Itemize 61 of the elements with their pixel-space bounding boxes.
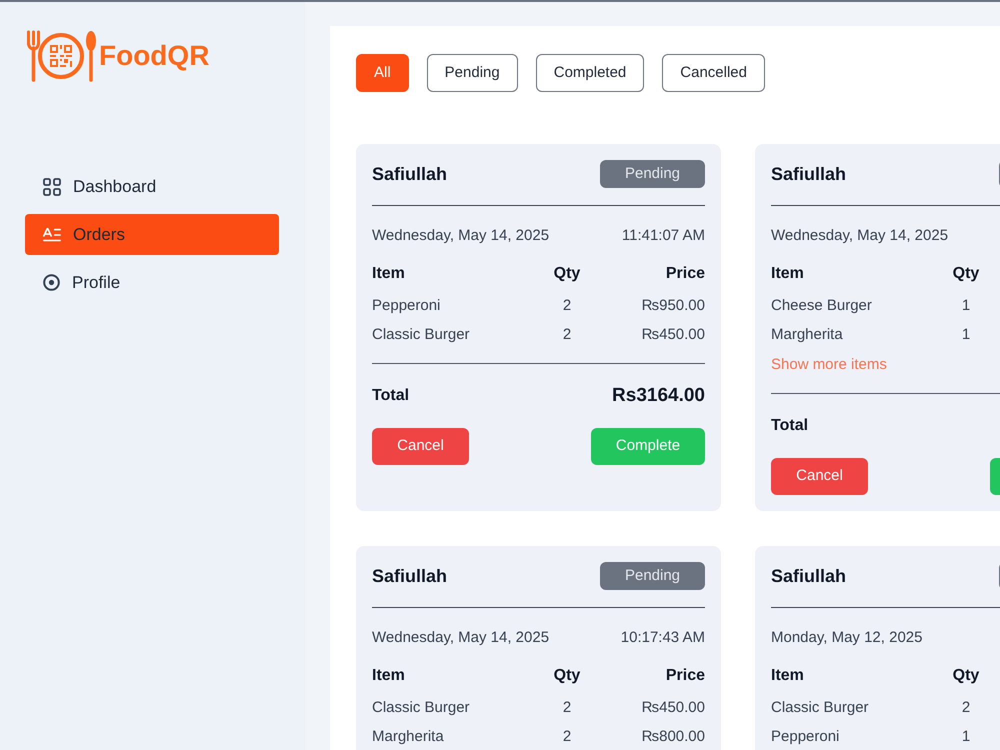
column-header: Price (664, 666, 705, 686)
item-name: Pepperoni (771, 727, 840, 747)
item-quantity: 2 (562, 296, 572, 316)
item-quantity: 2 (960, 698, 972, 718)
total-label: Total (771, 416, 808, 436)
item-quantity: 1 (960, 325, 972, 345)
item-quantity: 2 (562, 698, 572, 718)
item-name: Classic Burger (771, 698, 870, 718)
item-quantity: 1 (960, 296, 972, 316)
cancel-button[interactable]: Cancel (372, 428, 469, 465)
cancel-button[interactable]: Cancel (771, 458, 868, 495)
customer-name: Safiullah (771, 565, 846, 588)
total-label: Total (372, 386, 410, 406)
order-time: 10:17:43 AM (620, 628, 705, 648)
order-date: Wednesday, May 14, 2025 (372, 226, 550, 246)
column-header: Price (664, 264, 705, 284)
plate-fork-spoon-icon (27, 30, 97, 82)
item-name: Cheese Burger (771, 296, 873, 316)
item-name: Classic Burger (372, 325, 471, 345)
column-header: Item (372, 666, 406, 686)
order-date: Wednesday, May 14, 2025 (771, 226, 948, 246)
item-quantity: 2 (562, 325, 572, 345)
column-header: Qty (552, 666, 582, 686)
circle-dot-icon (43, 274, 60, 291)
item-quantity: 1 (960, 727, 972, 747)
item-quantity: 2 (562, 727, 572, 747)
item-price: ₨450.00 (640, 698, 705, 718)
customer-name: Safiullah (372, 163, 448, 186)
filter-tab[interactable]: Completed (536, 54, 644, 92)
filter-tab[interactable]: Pending (426, 54, 518, 92)
column-header: Qty (552, 264, 582, 284)
filter-tab[interactable]: Cancelled (662, 54, 765, 92)
item-price: ₨450.00 (640, 325, 705, 345)
nav-item[interactable]: Profile (25, 262, 279, 303)
total-amount: Rs3164.00 (612, 384, 705, 408)
order-date: Wednesday, May 14, 2025 (372, 628, 550, 648)
item-price: ₨950.00 (640, 296, 705, 316)
order-time: 11:41:07 AM (622, 226, 705, 246)
customer-name: Safiullah (372, 565, 448, 588)
item-name: Pepperoni (372, 296, 442, 316)
customer-name: Safiullah (771, 163, 846, 186)
show-more-link[interactable]: Show more items (771, 356, 887, 373)
column-header: Qty (952, 264, 980, 284)
nav-item[interactable]: Dashboard (25, 166, 279, 207)
filter-tab[interactable]: All (356, 54, 409, 92)
nav-item[interactable]: Orders (25, 214, 279, 255)
column-header: Item (771, 666, 805, 686)
letter-lines-icon (43, 226, 61, 244)
item-name: Margherita (372, 727, 445, 747)
complete-button[interactable]: Complete (591, 428, 705, 465)
column-header: Item (771, 264, 805, 284)
logo-text: FoodQR (99, 39, 210, 73)
order-date: Monday, May 12, 2025 (771, 628, 922, 648)
column-header: Item (372, 264, 406, 284)
item-name: Classic Burger (372, 698, 471, 718)
item-price: ₨800.00 (640, 727, 705, 747)
status-badge: Pending (600, 160, 705, 188)
column-header: Qty (952, 666, 980, 686)
grid-icon (43, 178, 61, 196)
status-badge: Pending (600, 562, 705, 590)
item-name: Margherita (771, 325, 844, 345)
